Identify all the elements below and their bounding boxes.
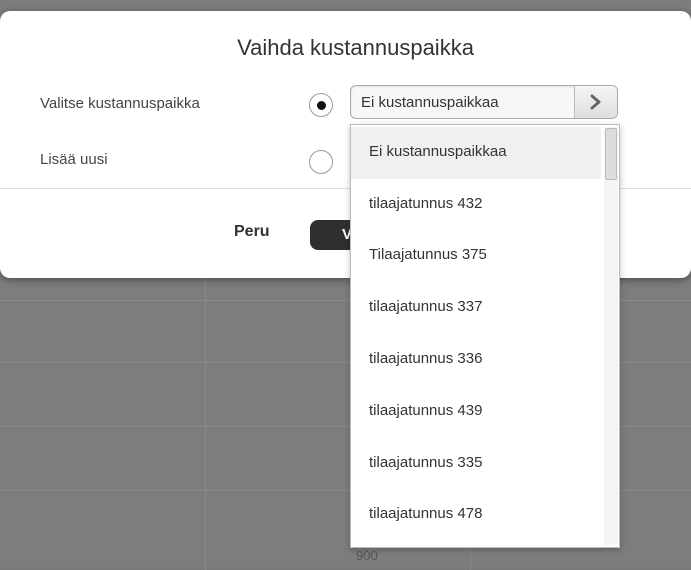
dropdown-option[interactable]: Tilaajatunnus 375: [351, 230, 601, 282]
select-existing-radio[interactable]: [309, 93, 333, 117]
dropdown-option[interactable]: tilaajatunnus 337: [351, 282, 601, 334]
radio-selected-dot: [317, 101, 326, 110]
select-cost-center-label: Valitse kustannuspaikka: [40, 95, 200, 112]
dropdown-option[interactable]: tilaajatunnus 439: [351, 386, 601, 438]
dropdown-scrollbar[interactable]: [604, 127, 618, 545]
dropdown-option[interactable]: tilaajatunnus 478: [351, 489, 601, 541]
cost-center-select[interactable]: Ei kustannuspaikkaa: [350, 85, 618, 119]
dropdown-option[interactable]: tilaajatunnus 335: [351, 438, 601, 490]
dropdown-option[interactable]: tilaajatunnus 432: [351, 179, 601, 231]
bg-value: 900: [356, 548, 378, 563]
bg-divider: [205, 270, 206, 570]
cost-center-dropdown-list[interactable]: Ei kustannuspaikkaa tilaajatunnus 432 Ti…: [350, 124, 620, 548]
cancel-button[interactable]: Peru: [234, 223, 270, 241]
scrollbar-thumb[interactable]: [605, 128, 617, 180]
select-current-value: Ei kustannuspaikkaa: [361, 94, 499, 111]
dropdown-option[interactable]: tilaajatunnus 336: [351, 334, 601, 386]
dialog-title: Vaihda kustannuspaikka: [237, 35, 474, 60]
dropdown-option[interactable]: Ei kustannuspaikkaa: [351, 127, 601, 179]
add-new-radio[interactable]: [309, 150, 333, 174]
chevron-right-icon[interactable]: [574, 86, 617, 118]
add-new-label: Lisää uusi: [40, 151, 108, 168]
